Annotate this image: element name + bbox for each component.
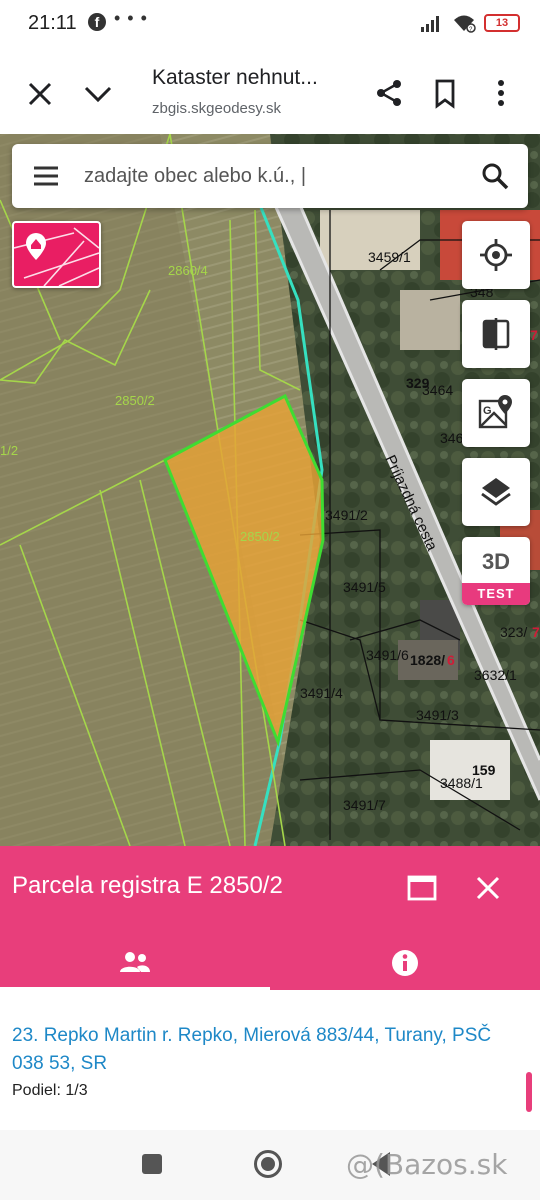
parcel-label-selected: 2850/2: [240, 529, 280, 544]
parcel-label: 1/2: [0, 443, 18, 458]
test-badge: TEST: [462, 583, 530, 605]
home-button[interactable]: [254, 1150, 282, 1178]
parcel-label: 1828/: [410, 652, 445, 668]
3d-view-button[interactable]: 3D TEST: [462, 537, 530, 605]
watermark: @(Bazos.sk: [346, 1148, 508, 1181]
parcel-label: 3491/5: [343, 579, 386, 595]
share-text: Podiel: 1/3: [12, 1082, 88, 1099]
svg-text:G: G: [483, 405, 492, 417]
parcel-label: 3464: [422, 382, 453, 398]
compare-icon: [482, 318, 510, 350]
page-title: Kataster nehnut...: [152, 66, 318, 89]
more-notifications-icon: • • •: [114, 8, 148, 28]
layers-icon: [481, 478, 511, 506]
parcel-label: 346: [440, 430, 464, 446]
parcel-label: 7: [532, 624, 540, 640]
close-icon[interactable]: [470, 870, 506, 906]
cadastre-layer-icon: [14, 227, 99, 286]
parcel-label: 7: [530, 327, 538, 343]
info-icon: [392, 950, 418, 976]
google-maps-button[interactable]: G: [462, 379, 530, 447]
maximize-icon[interactable]: [404, 870, 440, 906]
compare-button[interactable]: [462, 300, 530, 368]
parcel-label: 3459/1: [368, 249, 411, 265]
wifi-icon: ?: [454, 15, 476, 33]
gps-locate-icon: [480, 239, 512, 271]
parcel-label: 2860/4: [168, 263, 208, 278]
menu-icon[interactable]: [32, 162, 60, 190]
parcel-panel-header: Parcela registra E 2850/2: [0, 846, 540, 990]
locate-button[interactable]: [462, 221, 530, 289]
recent-apps-button[interactable]: [142, 1154, 162, 1174]
3d-label: 3D: [481, 549, 511, 574]
chevron-down-icon[interactable]: [80, 76, 116, 112]
browser-toolbar: Kataster nehnut... zbgis.skgeodesy.sk: [0, 48, 540, 134]
parcel-label: 323/: [500, 624, 527, 640]
scrollbar[interactable]: [526, 1072, 532, 1112]
status-time: 21:11: [28, 12, 77, 34]
bookmark-icon[interactable]: [428, 76, 462, 110]
status-icons: ? 13: [420, 12, 520, 34]
parcel-label: 3491/6: [366, 647, 409, 663]
battery-icon: 13: [484, 14, 520, 32]
parcel-label: 3491/3: [416, 707, 459, 723]
people-icon: [120, 951, 150, 972]
facebook-icon: f: [88, 13, 106, 31]
tab-info[interactable]: [270, 936, 540, 990]
parcel-label: 3632/1: [474, 667, 517, 683]
search-input[interactable]: [84, 158, 464, 194]
layers-button[interactable]: [462, 458, 530, 526]
basemap-switcher[interactable]: [12, 221, 101, 288]
search-bar: [12, 144, 528, 208]
status-bar: 21:11 f • • • ? 13: [0, 0, 540, 48]
tab-owners[interactable]: [0, 936, 270, 990]
google-maps-icon: G: [478, 395, 512, 429]
parcel-title: Parcela registra E 2850/2: [12, 872, 283, 899]
share-icon[interactable]: [372, 76, 406, 110]
parcel-panel-body: 23. Repko Martin r. Repko, Mierová 883/4…: [0, 990, 540, 1130]
parcel-label: 3491/4: [300, 685, 343, 701]
parcel-label: 6: [447, 652, 455, 668]
parcel-label: 3491/7: [343, 797, 386, 813]
more-vert-icon[interactable]: [484, 76, 518, 110]
search-icon[interactable]: [480, 161, 510, 191]
parcel-label: 159: [472, 762, 496, 778]
parcel-label: 2850/2: [115, 393, 155, 408]
page-url[interactable]: zbgis.skgeodesy.sk: [152, 100, 281, 117]
signal-icon: [421, 16, 439, 32]
close-icon[interactable]: [22, 76, 58, 112]
owner-link[interactable]: 23. Repko Martin r. Repko, Mierová 883/4…: [12, 1022, 520, 1078]
parcel-label: 3491/2: [325, 507, 368, 523]
